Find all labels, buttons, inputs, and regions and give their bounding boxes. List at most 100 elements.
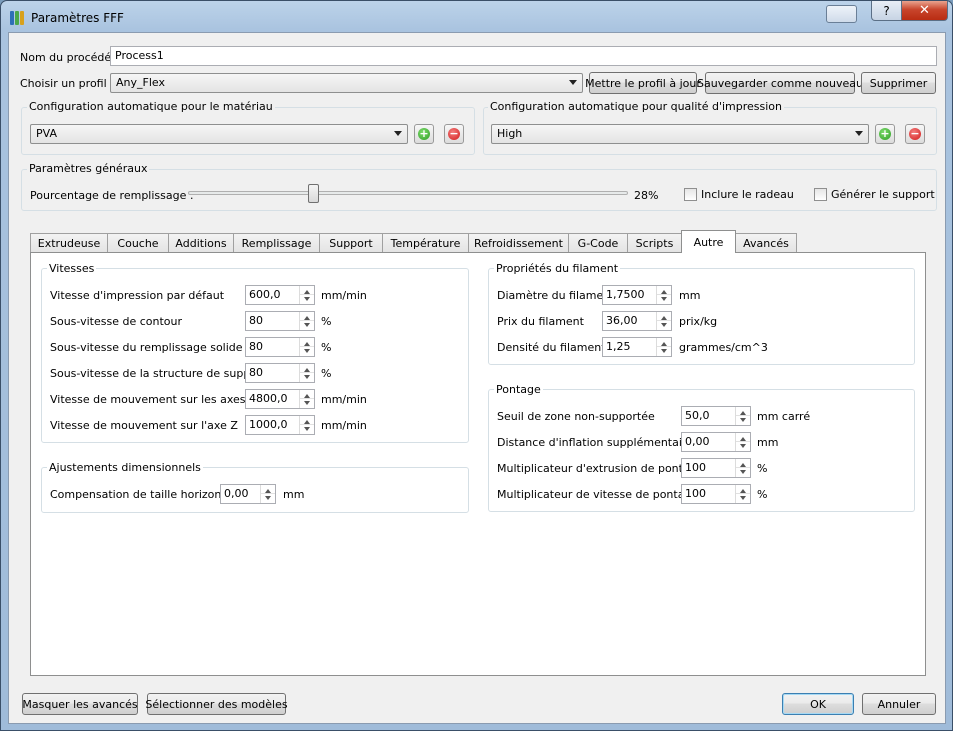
spin-arrows-icon[interactable] bbox=[299, 364, 314, 382]
tab-couche[interactable]: Couche bbox=[107, 233, 169, 252]
horizontal-compensation-label: Compensation de taille horizontale bbox=[50, 488, 243, 501]
infill-percent-label: Pourcentage de remplissage : bbox=[30, 189, 194, 202]
bridging-group-title: Pontage bbox=[494, 383, 543, 396]
filament-group-title: Propriétés du filament bbox=[494, 262, 621, 275]
unit-label: mm/min bbox=[321, 419, 367, 432]
spin-arrows-icon[interactable] bbox=[735, 407, 750, 425]
spin-arrows-icon[interactable] bbox=[735, 433, 750, 451]
tab-extrudeuse[interactable]: Extrudeuse bbox=[30, 233, 108, 252]
unit-label: % bbox=[757, 488, 768, 501]
include-raft-label: Inclure le radeau bbox=[701, 188, 794, 201]
spin-arrows-icon[interactable] bbox=[299, 286, 314, 304]
profile-select-value: Any_Flex bbox=[116, 76, 165, 89]
tab-remplissage[interactable]: Remplissage bbox=[233, 233, 320, 252]
tab-gcode[interactable]: G-Code bbox=[568, 233, 628, 252]
add-quality-button[interactable]: + bbox=[875, 124, 895, 144]
xy-speed-spinbox[interactable]: 4800,0 bbox=[245, 389, 315, 409]
support-speed-spinbox[interactable]: 80 bbox=[245, 363, 315, 383]
infill-slider-track[interactable] bbox=[188, 191, 628, 195]
unit-label: % bbox=[757, 462, 768, 475]
quality-select[interactable]: High bbox=[491, 124, 869, 144]
filament-diameter-spinbox[interactable]: 1,7500 bbox=[602, 285, 672, 305]
spinbox-value: 1000,0 bbox=[249, 418, 288, 431]
spin-arrows-icon[interactable] bbox=[299, 312, 314, 330]
spin-arrows-icon[interactable] bbox=[656, 312, 671, 330]
tab-temperature[interactable]: Température bbox=[382, 233, 469, 252]
profile-select[interactable]: Any_Flex bbox=[110, 73, 583, 93]
remove-material-button[interactable]: − bbox=[444, 124, 464, 144]
unit-label: % bbox=[321, 367, 332, 380]
infill-percent-value: 28% bbox=[634, 189, 659, 202]
bridging-row-label: Multiplicateur d'extrusion de pontage bbox=[497, 462, 704, 475]
infill-slider-handle[interactable] bbox=[308, 184, 320, 203]
unsupported-threshold-spinbox[interactable]: 50,0 bbox=[681, 406, 751, 426]
chevron-down-icon bbox=[569, 80, 577, 85]
horizontal-compensation-spinbox[interactable]: 0,00 bbox=[220, 484, 276, 504]
tab-avances[interactable]: Avancés bbox=[735, 233, 797, 252]
default-speed-spinbox[interactable]: 600,0 bbox=[245, 285, 315, 305]
tab-support[interactable]: Support bbox=[319, 233, 383, 252]
bridging-row-label: Distance d'inflation supplémentaire bbox=[497, 436, 693, 449]
cancel-button[interactable]: Annuler bbox=[862, 693, 936, 715]
save-as-new-button[interactable]: Sauvegarder comme nouveau bbox=[697, 72, 863, 94]
spin-arrows-icon[interactable] bbox=[656, 286, 671, 304]
bridge-speed-spinbox[interactable]: 100 bbox=[681, 484, 751, 504]
unit-label: mm bbox=[283, 488, 305, 501]
general-params-title: Paramètres généraux bbox=[27, 162, 150, 175]
z-speed-spinbox[interactable]: 1000,0 bbox=[245, 415, 315, 435]
spinbox-value: 100 bbox=[685, 487, 706, 500]
spin-arrows-icon[interactable] bbox=[299, 390, 314, 408]
spin-arrows-icon[interactable] bbox=[656, 338, 671, 356]
hide-advanced-button[interactable]: Masquer les avancés bbox=[22, 693, 138, 715]
chevron-down-icon bbox=[394, 131, 402, 136]
spin-arrows-icon[interactable] bbox=[260, 485, 275, 503]
spin-arrows-icon[interactable] bbox=[735, 485, 750, 503]
update-profile-button[interactable]: Mettre le profil à jour bbox=[585, 72, 701, 94]
tab-additions[interactable]: Additions bbox=[168, 233, 234, 252]
tab-content-autre: Vitesses Vitesse d'impression par défaut… bbox=[30, 252, 926, 676]
generate-support-checkbox[interactable] bbox=[814, 188, 827, 201]
quality-select-value: High bbox=[497, 127, 523, 140]
restore-icon[interactable] bbox=[826, 5, 857, 23]
unit-label: prix/kg bbox=[679, 315, 718, 328]
perimeter-speed-spinbox[interactable]: 80 bbox=[245, 311, 315, 331]
filament-density-spinbox[interactable]: 1,25 bbox=[602, 337, 672, 357]
speed-row-label: Sous-vitesse de contour bbox=[50, 315, 182, 328]
speed-row-label: Sous-vitesse du remplissage solide bbox=[50, 341, 243, 354]
remove-quality-button[interactable]: − bbox=[905, 124, 925, 144]
delete-profile-button[interactable]: Supprimer bbox=[861, 72, 936, 94]
plus-icon: + bbox=[418, 127, 430, 140]
tab-scripts[interactable]: Scripts bbox=[627, 233, 682, 252]
filament-row-label: Densité du filament bbox=[497, 341, 606, 354]
spinbox-value: 1,7500 bbox=[606, 288, 645, 301]
spinbox-value: 1,25 bbox=[606, 340, 631, 353]
spinbox-value: 4800,0 bbox=[249, 392, 288, 405]
filament-price-spinbox[interactable]: 36,00 bbox=[602, 311, 672, 331]
ok-button[interactable]: OK bbox=[782, 693, 854, 715]
select-models-button[interactable]: Sélectionner des modèles bbox=[145, 693, 288, 715]
speed-row-label: Vitesse de mouvement sur l'axe Z bbox=[50, 419, 238, 432]
process-name-input[interactable]: Process1 bbox=[110, 46, 937, 66]
include-raft-checkbox[interactable] bbox=[684, 188, 697, 201]
add-material-button[interactable]: + bbox=[414, 124, 434, 144]
spin-arrows-icon[interactable] bbox=[299, 338, 314, 356]
bridge-extrusion-spinbox[interactable]: 100 bbox=[681, 458, 751, 478]
spinbox-value: 50,0 bbox=[685, 409, 710, 422]
speeds-group-title: Vitesses bbox=[47, 262, 97, 275]
inflation-distance-spinbox[interactable]: 0,00 bbox=[681, 432, 751, 452]
quality-group-title: Configuration automatique pour qualité d… bbox=[488, 100, 785, 113]
spin-arrows-icon[interactable] bbox=[735, 459, 750, 477]
tab-autre[interactable]: Autre bbox=[681, 230, 736, 253]
solid-infill-speed-spinbox[interactable]: 80 bbox=[245, 337, 315, 357]
material-select[interactable]: PVA bbox=[30, 124, 408, 144]
help-button[interactable]: ? bbox=[871, 1, 902, 21]
tab-refroidissement[interactable]: Refroidissement bbox=[468, 233, 569, 252]
title-bar[interactable]: Paramètres FFF ? ✕ bbox=[1, 1, 952, 33]
spinbox-value: 600,0 bbox=[249, 288, 281, 301]
minus-icon: − bbox=[909, 127, 921, 140]
close-button[interactable]: ✕ bbox=[901, 1, 948, 21]
speed-row-label: Vitesse de mouvement sur les axes X/Y bbox=[50, 393, 267, 406]
spin-arrows-icon[interactable] bbox=[299, 416, 314, 434]
generate-support-label: Générer le support bbox=[831, 188, 935, 201]
material-group-title: Configuration automatique pour le matéri… bbox=[27, 100, 275, 113]
